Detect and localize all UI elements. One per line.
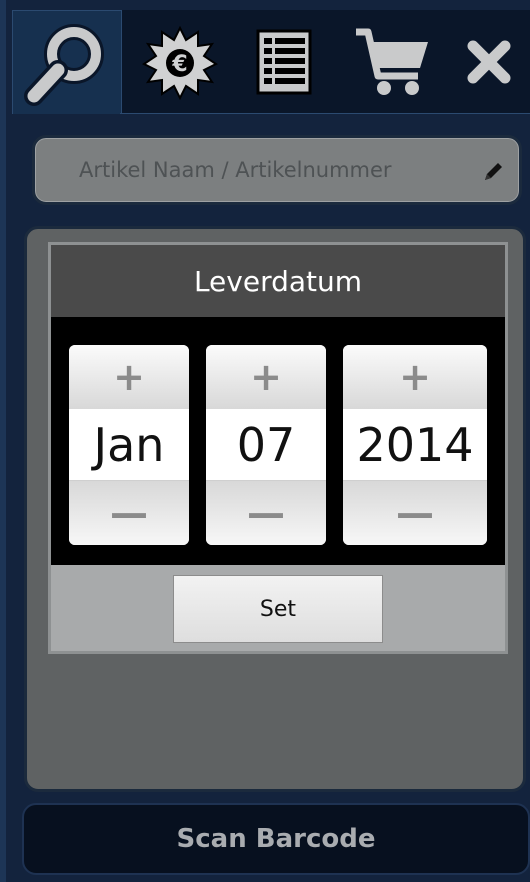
month-value[interactable]: Jan <box>69 409 189 481</box>
day-increment-button[interactable]: + <box>206 345 326 410</box>
tab-list[interactable] <box>234 10 334 114</box>
year-value[interactable]: 2014 <box>343 409 487 481</box>
tab-search[interactable] <box>12 10 122 114</box>
search-placeholder: Artikel Naam / Artikelnummer <box>79 158 392 182</box>
dialog-title: Leverdatum <box>51 245 505 317</box>
year-increment-button[interactable]: + <box>343 345 487 410</box>
pencil-icon[interactable] <box>481 160 505 184</box>
day-value[interactable]: 07 <box>206 409 326 481</box>
tab-close[interactable] <box>448 10 530 114</box>
dialog-footer: Set <box>51 565 505 651</box>
tab-promotions[interactable]: € <box>130 10 230 114</box>
tab-cart[interactable] <box>342 10 442 114</box>
search-input[interactable]: Artikel Naam / Artikelnummer <box>32 135 522 205</box>
toolbar-divider <box>120 113 530 114</box>
scan-barcode-button[interactable]: Scan Barcode <box>22 803 530 875</box>
search-icon <box>24 23 104 106</box>
top-toolbar: € <box>12 10 530 114</box>
day-spinner: + 07 — <box>206 345 326 545</box>
list-icon <box>256 29 312 95</box>
month-increment-button[interactable]: + <box>69 345 189 410</box>
day-decrement-button[interactable]: — <box>206 480 326 545</box>
cart-icon <box>356 28 428 95</box>
date-picker-dialog: Leverdatum + Jan — + 07 — + 2014 — Set <box>48 242 508 654</box>
set-button[interactable]: Set <box>173 575 383 643</box>
month-spinner: + Jan — <box>69 345 189 545</box>
euro-burst-icon: € <box>142 25 218 100</box>
svg-text:€: € <box>171 52 187 77</box>
month-decrement-button[interactable]: — <box>69 480 189 545</box>
close-icon <box>467 40 511 84</box>
year-decrement-button[interactable]: — <box>343 480 487 545</box>
year-spinner: + 2014 — <box>343 345 487 545</box>
date-picker-body: + Jan — + 07 — + 2014 — <box>51 317 505 565</box>
